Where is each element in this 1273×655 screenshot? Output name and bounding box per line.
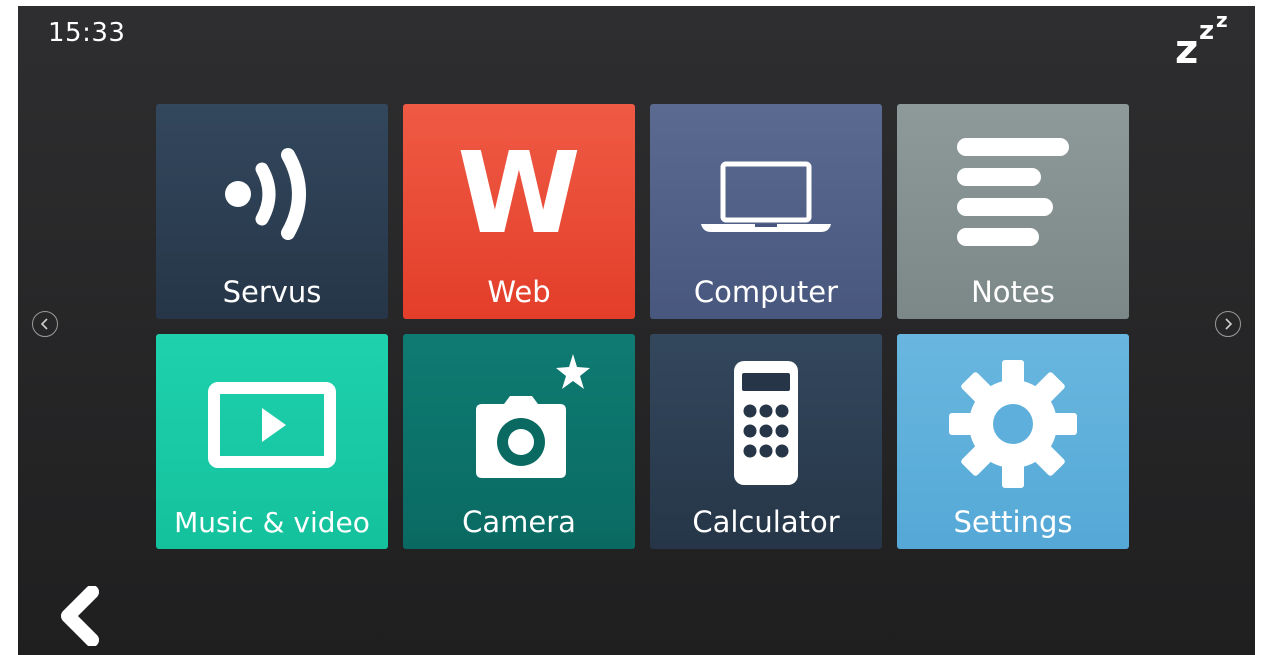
tile-label: Settings bbox=[953, 505, 1073, 539]
tile-settings[interactable]: Settings bbox=[897, 334, 1129, 549]
sleep-letter: z bbox=[1175, 27, 1199, 73]
chevron-left-circle-icon[interactable] bbox=[32, 311, 58, 337]
chevron-right-circle-icon[interactable] bbox=[1215, 311, 1241, 337]
tile-computer[interactable]: Computer bbox=[650, 104, 882, 319]
tile-label: Music & video bbox=[174, 506, 370, 539]
web-w-letter: W bbox=[457, 129, 581, 259]
tile-label: Servus bbox=[222, 275, 322, 309]
play-video-icon bbox=[156, 364, 388, 484]
tile-notes[interactable]: Notes bbox=[897, 104, 1129, 319]
laptop-icon bbox=[650, 134, 882, 254]
home-screen: 15:33 z z z Servus W Web Computer Notes … bbox=[18, 6, 1255, 655]
camera-star-icon bbox=[403, 354, 635, 484]
clock-time: 15:33 bbox=[48, 18, 126, 48]
notes-lines-icon bbox=[897, 134, 1129, 254]
tile-label: Computer bbox=[693, 275, 839, 309]
calculator-icon bbox=[650, 361, 882, 485]
tile-web[interactable]: W Web bbox=[403, 104, 635, 319]
tile-servus[interactable]: Servus bbox=[156, 104, 388, 319]
tile-label: Web bbox=[487, 275, 551, 309]
back-arrow-icon[interactable] bbox=[54, 585, 104, 647]
zzz-sleep-icon[interactable]: z z z bbox=[1175, 8, 1235, 73]
tile-music-video[interactable]: Music & video bbox=[156, 334, 388, 549]
tile-calculator[interactable]: Calculator bbox=[650, 334, 882, 549]
tile-label: Calculator bbox=[692, 505, 840, 539]
sleep-letter: z bbox=[1199, 16, 1215, 46]
servus-signal-icon bbox=[156, 134, 388, 254]
tile-camera[interactable]: Camera bbox=[403, 334, 635, 549]
tile-label: Camera bbox=[462, 505, 576, 539]
sleep-letter: z bbox=[1216, 8, 1228, 32]
web-w-icon: W bbox=[403, 134, 635, 254]
tile-label: Notes bbox=[971, 275, 1055, 309]
gear-icon bbox=[897, 360, 1129, 488]
